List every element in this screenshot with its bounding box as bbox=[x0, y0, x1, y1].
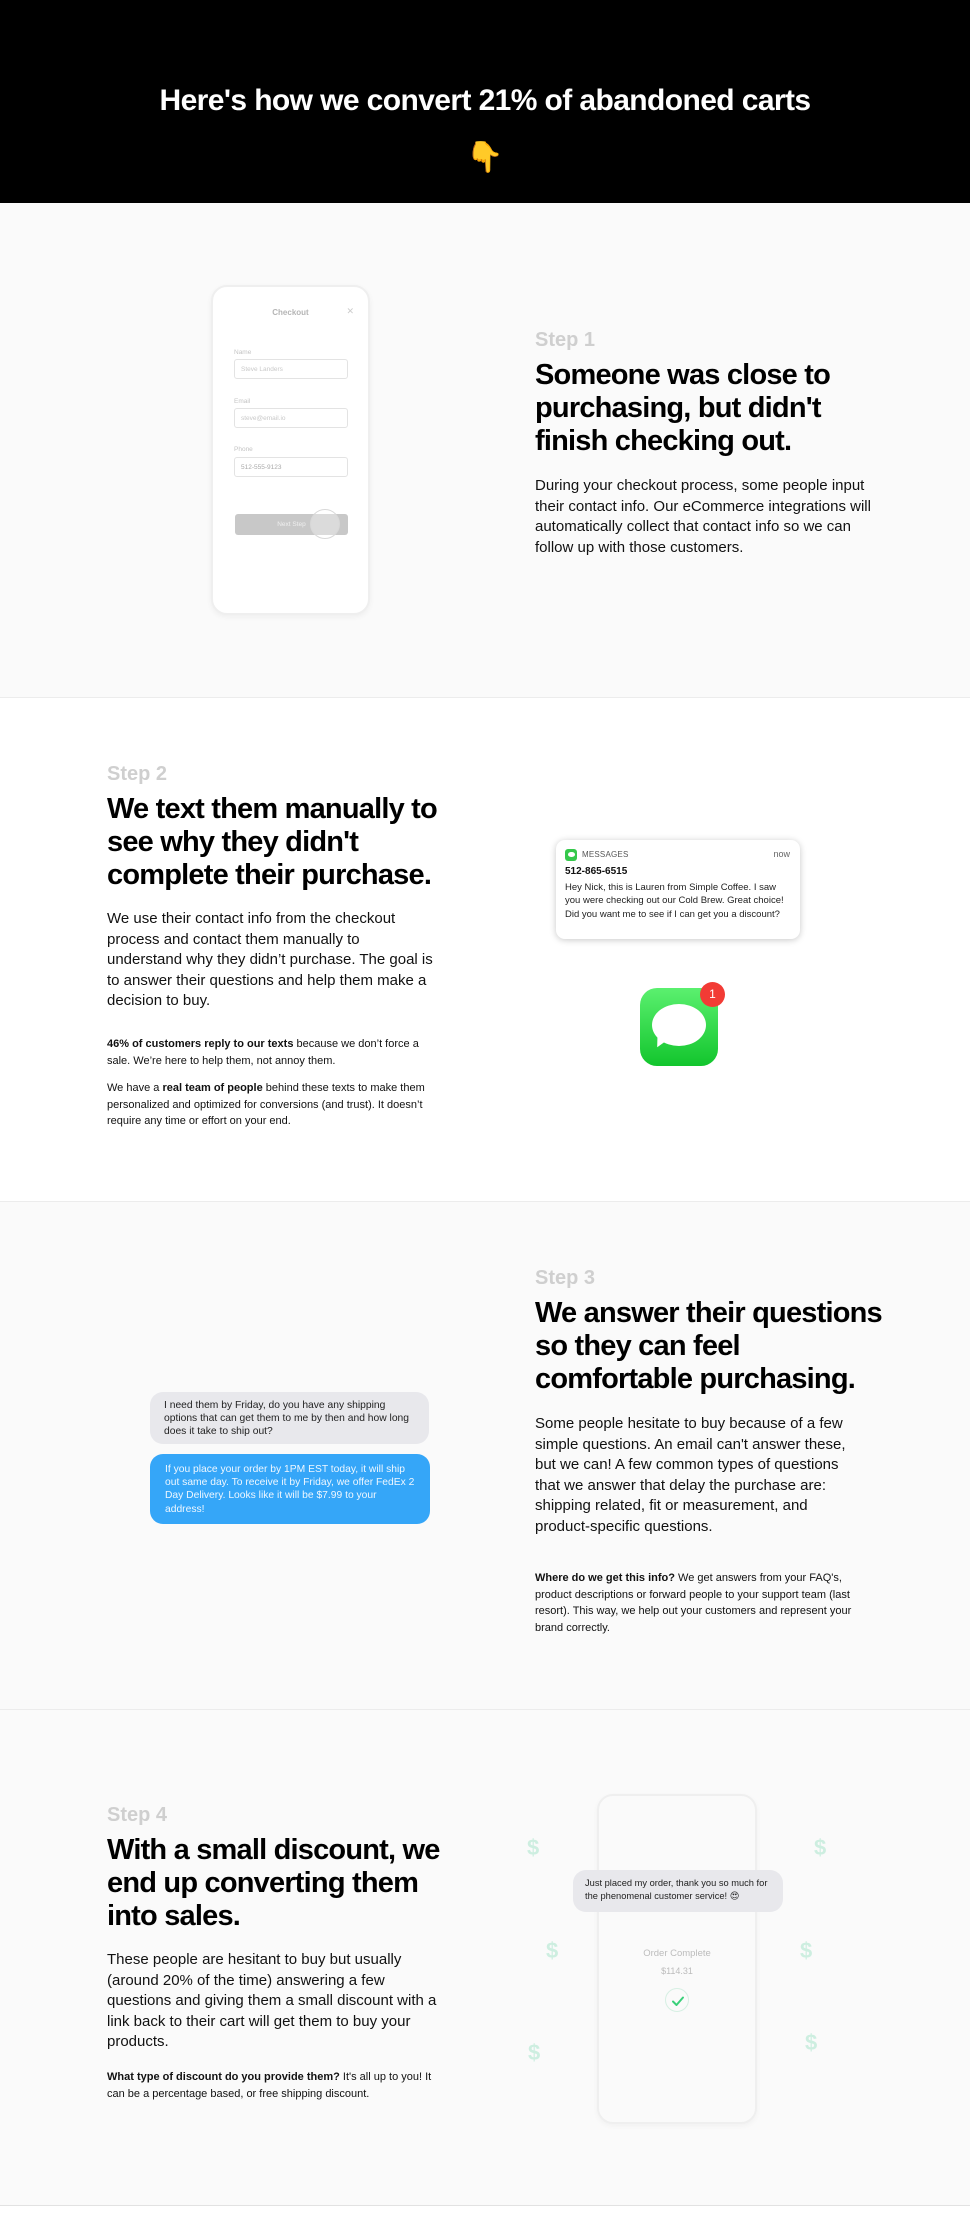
dollar-icon: $ bbox=[528, 2040, 541, 2065]
dollar-icon: $ bbox=[527, 1835, 540, 1860]
notification-time: now bbox=[773, 849, 790, 859]
messages-app-icon bbox=[565, 849, 577, 861]
checkout-phone-mockup: Checkout ✕ Name Steve Landers Email stev… bbox=[211, 285, 370, 615]
name-field: Steve Landers bbox=[234, 359, 348, 379]
step-description: We use their contact info from the check… bbox=[107, 910, 433, 1009]
step-title: Someone was close to purchasing, but did… bbox=[535, 359, 831, 457]
dollar-icon: $ bbox=[814, 1835, 827, 1860]
pointing-down-icon: 👇 bbox=[466, 141, 504, 174]
step-description: These people are hesitant to buy but usu… bbox=[107, 1951, 437, 2050]
order-status: Order Complete bbox=[643, 1948, 711, 1959]
phone-label: Phone bbox=[234, 446, 253, 453]
tap-indicator bbox=[310, 509, 340, 539]
step-3-section: I need them by Friday, do you have any s… bbox=[0, 1202, 970, 1710]
step-1-section: Checkout ✕ Name Steve Landers Email stev… bbox=[0, 203, 970, 698]
step-title: We text them manually to see why they di… bbox=[107, 793, 438, 891]
reply-rate-stat: 46% of customers reply to our texts bbox=[107, 1038, 294, 1050]
team-text-pre: We have a bbox=[107, 1082, 163, 1094]
reply-rate-note: 46% of customers reply to our texts beca… bbox=[107, 1036, 437, 1069]
step-label: Step 1 bbox=[535, 329, 596, 351]
email-label: Email bbox=[234, 398, 251, 405]
close-icon: ✕ bbox=[346, 306, 354, 316]
customer-message-bubble: I need them by Friday, do you have any s… bbox=[150, 1392, 429, 1444]
hero-title: Here's how we convert 21% of abandoned c… bbox=[159, 84, 812, 117]
dollar-icon: $ bbox=[546, 1938, 559, 1963]
step-title: We answer their questions so they can fe… bbox=[535, 1297, 883, 1395]
sms-notification: MESSAGES now 512-865-6515 Hey Nick, this… bbox=[556, 840, 800, 939]
step-label: Step 2 bbox=[107, 763, 168, 785]
discount-question: What type of discount do you provide the… bbox=[107, 2071, 340, 2083]
order-phone-mockup bbox=[597, 1794, 757, 2124]
checkmark-icon bbox=[665, 1988, 689, 2012]
step-title: With a small discount, we end up convert… bbox=[107, 1834, 440, 1932]
name-label: Name bbox=[234, 349, 252, 356]
email-field: steve@email.io bbox=[234, 408, 348, 428]
dollar-icon: $ bbox=[800, 1938, 813, 1963]
notification-sender: 512-865-6515 bbox=[565, 866, 628, 877]
hero-banner: Here's how we convert 21% of abandoned c… bbox=[0, 0, 970, 203]
step-description: Some people hesitate to buy because of a… bbox=[535, 1415, 846, 1535]
checkout-title: Checkout bbox=[272, 308, 309, 317]
step-4-section: Step 4 With a small discount, we end up … bbox=[0, 1710, 970, 2206]
reply-message-bubble: If you place your order by 1PM EST today… bbox=[150, 1454, 430, 1524]
step-label: Step 4 bbox=[107, 1804, 168, 1826]
notification-app-name: MESSAGES bbox=[582, 850, 629, 859]
notification-message: Hey Nick, this is Lauren from Simple Cof… bbox=[565, 882, 784, 920]
step-label: Step 3 bbox=[535, 1267, 596, 1289]
team-text-bold: real team of people bbox=[162, 1082, 263, 1094]
team-note: We have a real team of people behind the… bbox=[107, 1080, 437, 1130]
order-total: $114.31 bbox=[661, 1966, 693, 1976]
step-2-section: Step 2 We text them manually to see why … bbox=[0, 698, 970, 1202]
info-source-note: Where do we get this info? We get answer… bbox=[535, 1570, 865, 1636]
info-source-question: Where do we get this info? bbox=[535, 1572, 675, 1584]
unread-badge: 1 bbox=[700, 982, 725, 1007]
dollar-icon: $ bbox=[805, 2030, 818, 2055]
phone-field: 512-555-9123 bbox=[234, 457, 348, 477]
step-description: During your checkout process, some peopl… bbox=[535, 477, 871, 556]
messages-app-icon: 1 bbox=[640, 982, 725, 1066]
discount-note: What type of discount do you provide the… bbox=[107, 2069, 437, 2102]
customer-thanks-bubble: Just placed my order, thank you so much … bbox=[573, 1870, 783, 1912]
